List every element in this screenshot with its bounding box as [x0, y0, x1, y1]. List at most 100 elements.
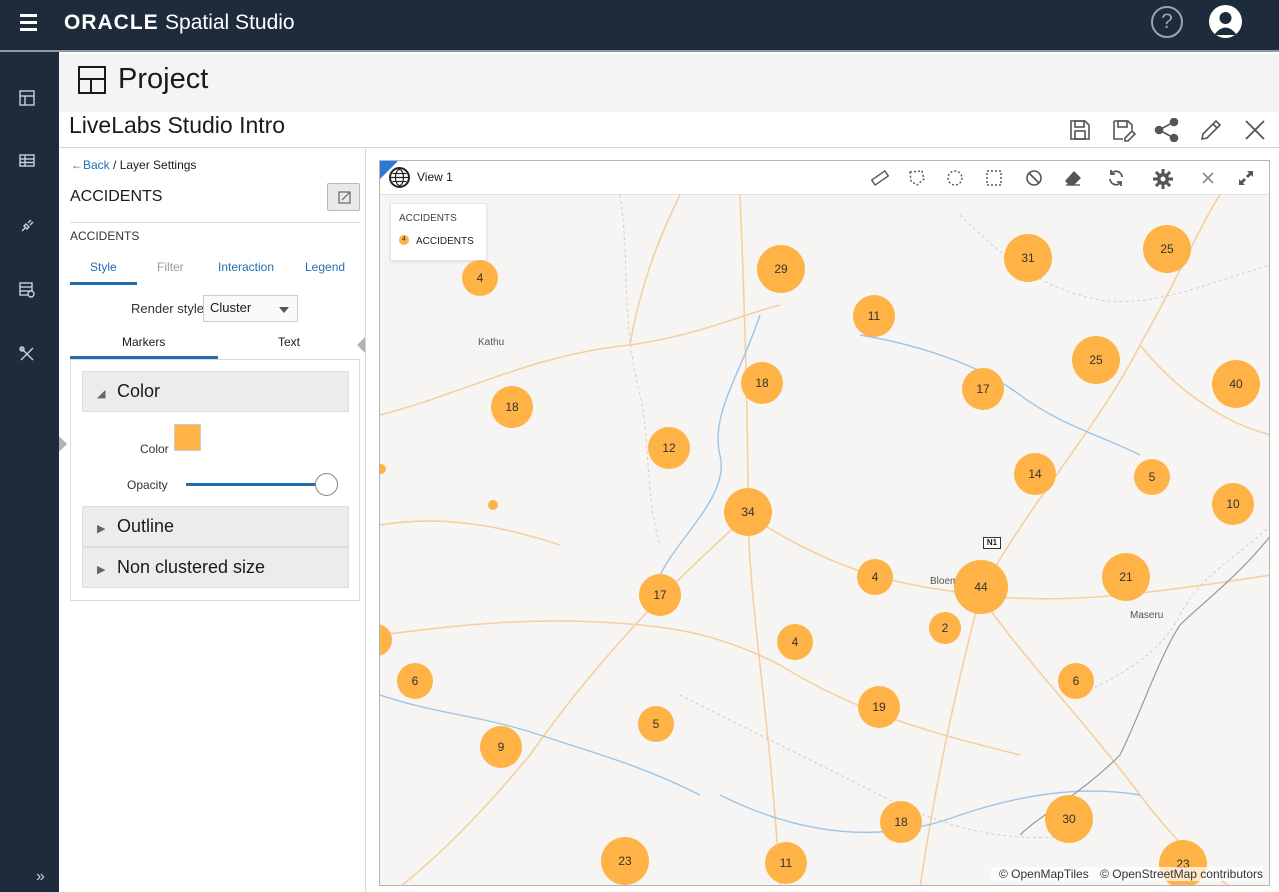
avatar[interactable] [1209, 5, 1242, 38]
save-icon[interactable] [1068, 118, 1094, 144]
cluster-marker[interactable]: 4 [462, 260, 498, 296]
opacity-slider-track[interactable] [186, 483, 328, 486]
map-view[interactable]: View 1 ACCIDENTS 4 ACCIDENTS Kathu Bloem… [379, 160, 1270, 886]
project-name: LiveLabs Studio Intro [69, 112, 286, 138]
cluster-marker[interactable]: 14 [1014, 453, 1056, 495]
cluster-marker[interactable]: 25 [1072, 336, 1120, 384]
cluster-marker[interactable]: 11 [853, 295, 895, 337]
circle-select-icon[interactable] [946, 169, 964, 187]
cluster-marker[interactable]: 18 [880, 801, 922, 843]
cluster-marker[interactable]: 17 [962, 368, 1004, 410]
opacity-slider-handle[interactable] [315, 473, 338, 496]
eraser-icon[interactable] [1064, 169, 1082, 187]
route-shield: N1 [983, 537, 1001, 549]
cluster-marker[interactable]: 18 [491, 386, 533, 428]
edit-icon[interactable] [1199, 118, 1225, 144]
non-clustered-size-header[interactable]: ▶ Non clustered size [82, 547, 349, 588]
cluster-marker[interactable]: 9 [480, 726, 522, 768]
style-subtabs: Markers Text [70, 331, 360, 359]
cluster-marker[interactable]: 31 [1004, 234, 1052, 282]
page-title: Project [118, 63, 209, 95]
share-icon[interactable] [1154, 117, 1180, 144]
gear-icon[interactable] [1153, 169, 1173, 189]
expand-nav-icon[interactable]: » [36, 868, 45, 886]
cluster-marker[interactable]: 2 [929, 612, 961, 644]
dataset-icon[interactable] [19, 282, 39, 302]
lasso-select-icon[interactable] [908, 169, 926, 187]
breadcrumb: ←Back / Layer Settings [71, 158, 196, 172]
maximize-icon[interactable] [1237, 169, 1255, 187]
cluster-marker[interactable]: 44 [954, 560, 1008, 614]
layer-settings-panel: ←Back / Layer Settings ACCIDENTS ACCIDEN… [59, 148, 366, 892]
brand-oracle: ORACLE [64, 11, 159, 34]
triangle-down-icon: ◢ [97, 388, 106, 400]
marker-settings: ◢ Color Color Opacity ▶ Outline ▶ Non cl… [70, 359, 360, 601]
active-tab-indicator [70, 282, 137, 285]
table-icon[interactable] [19, 154, 39, 174]
cluster-marker[interactable]: 25 [1143, 225, 1191, 273]
cluster-marker[interactable]: 17 [639, 574, 681, 616]
cluster-marker[interactable]: 5 [638, 706, 674, 742]
ruler-icon[interactable] [870, 169, 890, 187]
color-section-title: Color [117, 381, 161, 401]
settings-tabs: Style Filter Interaction Legend [70, 260, 360, 285]
legend-item: ACCIDENTS [416, 236, 474, 247]
map-toolbar: View 1 [380, 161, 1269, 195]
cluster-marker[interactable]: 11 [765, 842, 807, 884]
cluster-marker[interactable]: 18 [741, 362, 783, 404]
tab-filter[interactable]: Filter [157, 260, 184, 274]
cluster-marker[interactable]: 6 [397, 663, 433, 699]
plug-icon[interactable] [19, 218, 39, 238]
rectangle-select-icon[interactable] [985, 169, 1003, 187]
project-icon [78, 66, 106, 94]
collapse-panel-icon[interactable] [357, 337, 365, 353]
back-link[interactable]: ←Back [71, 158, 110, 172]
cluster-marker[interactable]: 10 [1212, 483, 1254, 525]
cluster-marker[interactable]: 4 [857, 559, 893, 595]
attribution-openmaptiles[interactable]: © OpenMapTiles [999, 867, 1089, 881]
render-style-select[interactable]: Cluster [203, 295, 298, 322]
cluster-marker[interactable]: 21 [1102, 553, 1150, 601]
legend-title: ACCIDENTS [399, 213, 457, 224]
close-view-icon[interactable] [1199, 169, 1217, 187]
tab-text[interactable]: Text [278, 335, 300, 349]
divider [70, 222, 360, 223]
project-header: Project [59, 54, 1279, 112]
tab-legend[interactable]: Legend [305, 260, 345, 274]
tab-interaction[interactable]: Interaction [218, 260, 274, 274]
color-section-header[interactable]: ◢ Color [82, 371, 349, 412]
cluster-marker[interactable]: 5 [1134, 459, 1170, 495]
outline-section-header[interactable]: ▶ Outline [82, 506, 349, 547]
refresh-icon[interactable] [1107, 169, 1125, 187]
cluster-marker[interactable]: 6 [1058, 663, 1094, 699]
edit-layer-button[interactable] [327, 183, 360, 211]
tools-icon[interactable] [19, 346, 39, 366]
layer-title: ACCIDENTS [70, 188, 163, 205]
save-as-icon[interactable] [1111, 118, 1137, 144]
color-swatch[interactable] [174, 424, 201, 451]
help-icon[interactable]: ? [1151, 6, 1183, 38]
cluster-marker[interactable]: 19 [858, 686, 900, 728]
cluster-marker[interactable]: 4 [777, 624, 813, 660]
point-marker[interactable] [488, 500, 498, 510]
globe-icon [389, 167, 410, 188]
map-label: Maseru [1130, 610, 1164, 621]
cluster-marker[interactable]: 29 [757, 245, 805, 293]
render-style-label: Render style [131, 301, 204, 316]
chevron-down-icon [279, 307, 289, 313]
cluster-marker[interactable]: 23 [601, 837, 649, 885]
cluster-marker[interactable]: 40 [1212, 360, 1260, 408]
opacity-label: Opacity [127, 478, 168, 492]
dashboard-icon[interactable] [19, 90, 39, 110]
tab-markers[interactable]: Markers [122, 335, 165, 349]
app-brand: ORACLE Spatial Studio [64, 11, 295, 35]
clear-selection-icon[interactable] [1025, 169, 1043, 187]
attribution-osm[interactable]: © OpenStreetMap contributors [1100, 867, 1263, 881]
cluster-marker[interactable]: 12 [648, 427, 690, 469]
cluster-marker[interactable]: 34 [724, 488, 772, 536]
breadcrumb-separator: / [109, 158, 120, 172]
cluster-marker[interactable]: 30 [1045, 795, 1093, 843]
hamburger-menu-icon[interactable] [20, 14, 38, 31]
tab-style[interactable]: Style [90, 260, 117, 274]
close-icon[interactable] [1243, 118, 1269, 144]
